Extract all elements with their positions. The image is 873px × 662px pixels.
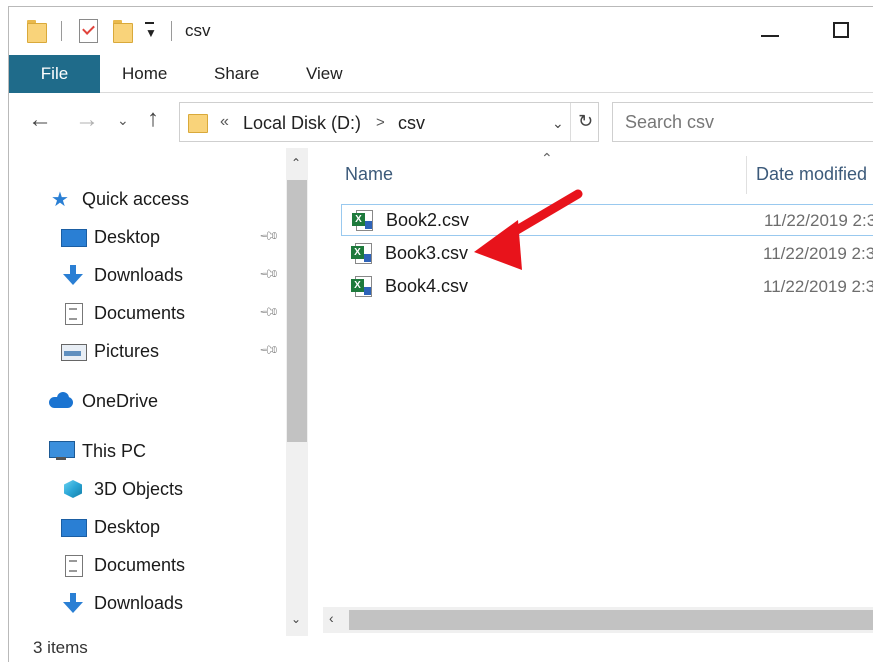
nav-item-3d-objects[interactable]: 3D Objects [61,474,183,504]
nav-this-pc-label: This PC [82,440,147,461]
tab-file[interactable]: File [9,55,100,93]
horizontal-scrollbar[interactable]: ‹ [323,607,873,633]
documents-icon [61,555,85,577]
nav-onedrive-label: OneDrive [82,390,159,411]
nav-item-documents[interactable]: Documents [61,298,185,328]
pin-icon[interactable]: 📌︎ [258,225,280,248]
tab-share[interactable]: Share [214,55,259,93]
nav-item-label: Pictures [94,340,160,361]
downloads-icon [61,593,85,613]
scroll-up-chevron-icon[interactable]: ⌃ [291,156,301,170]
scrollbar-thumb[interactable] [287,180,307,442]
computer-icon [49,441,75,461]
file-date: 11/22/2019 2:3 [763,277,873,296]
search-box[interactable] [612,102,873,142]
nav-pane-scrollbar[interactable]: ⌃ ⌄ [286,148,308,636]
nav-item-label: Documents [94,554,186,575]
back-arrow-icon[interactable]: ← [28,108,52,132]
star-icon [49,187,73,212]
pin-icon[interactable]: 📌︎ [258,263,280,286]
file-row[interactable]: X Book2.csv 11/22/2019 2:3 [341,204,873,236]
folder-icon [188,111,208,133]
nav-quick-access[interactable]: Quick access [49,184,189,214]
scrollbar-thumb[interactable] [349,610,873,630]
file-name: Book3.csv [385,243,469,263]
nav-item-desktop-pc[interactable]: Desktop [61,512,160,542]
nav-item-label: 3D Objects [94,478,184,499]
recent-locations-chevron-icon[interactable]: ⌄ [117,112,129,129]
file-date: 11/22/2019 2:3 [764,211,873,230]
file-name: Book2.csv [386,210,470,230]
tab-home[interactable]: Home [122,55,167,93]
breadcrumb-separator[interactable]: > [376,114,385,131]
address-bar[interactable]: « Local Disk (D:) > csv ⌄ ↻ [179,102,599,142]
red-annotation-arrow-icon [474,189,583,270]
breadcrumb-csv[interactable]: csv [398,113,425,134]
documents-icon [61,303,85,325]
desktop-icon [61,517,87,537]
status-bar: 3 items [9,636,873,662]
explorer-window: ▼ csv File Home Share View ← → ⌄ ↑ « Loc… [8,6,873,662]
toolbar-separator [61,21,62,41]
toolbar-separator [171,21,172,41]
nav-this-pc[interactable]: This PC [49,436,146,466]
excel-csv-file-icon: X [351,276,373,298]
file-date: 11/22/2019 2:3 [763,244,873,263]
onedrive-cloud-icon [49,391,73,411]
minimize-button[interactable] [761,35,779,37]
quick-access-toolbar-dropdown-icon[interactable]: ▼ [145,22,157,39]
up-arrow-icon[interactable]: ↑ [147,107,159,131]
title-bar: ▼ csv [9,7,873,55]
nav-item-label: Desktop [94,226,161,247]
nav-item-downloads[interactable]: Downloads [61,260,183,290]
forward-arrow-icon[interactable]: → [75,108,99,132]
sort-ascending-caret-icon: ⌃ [541,150,553,166]
address-dropdown-chevron-icon[interactable]: ⌄ [552,115,564,132]
desktop-icon [61,227,87,247]
file-row[interactable]: X Book3.csv 11/22/2019 2:3 [341,238,873,270]
file-list: ⌃ Name Date modified X Book2.csv 11/22/2… [315,148,873,636]
file-name: Book4.csv [385,276,469,296]
scroll-down-chevron-icon[interactable]: ⌄ [291,612,301,626]
breadcrumb-local-disk[interactable]: Local Disk (D:) [243,113,361,134]
address-row: ← → ⌄ ↑ « Local Disk (D:) > csv ⌄ ↻ [9,94,873,148]
tab-view[interactable]: View [306,55,343,93]
nav-item-pictures[interactable]: Pictures [61,336,159,366]
nav-item-documents-pc[interactable]: Documents [61,550,185,580]
nav-item-desktop[interactable]: Desktop [61,222,160,252]
file-row[interactable]: X Book4.csv 11/22/2019 2:3 [341,271,873,303]
nav-onedrive[interactable]: OneDrive [49,386,158,416]
item-count: 3 items [33,638,88,657]
ribbon-tabs: File Home Share View [9,55,873,93]
nav-item-label: Downloads [94,592,184,613]
navigation-pane: Quick access Desktop 📌︎ Downloads 📌︎ Doc… [9,148,309,636]
3d-objects-icon [61,479,85,499]
nav-item-label: Documents [94,302,186,323]
nav-item-downloads-pc[interactable]: Downloads [61,588,183,618]
excel-csv-file-icon: X [351,243,373,265]
refresh-icon[interactable]: ↻ [578,111,593,132]
column-header-name[interactable]: Name [345,164,393,185]
column-divider[interactable] [746,156,747,194]
pictures-icon [61,341,87,361]
search-input[interactable] [613,103,873,141]
folder-icon[interactable] [27,19,47,43]
pin-icon[interactable]: 📌︎ [258,301,280,324]
new-folder-icon[interactable] [113,19,133,43]
window-title: csv [185,21,211,40]
nav-quick-access-label: Quick access [82,188,190,209]
properties-icon[interactable] [79,19,98,43]
excel-csv-file-icon: X [352,210,374,232]
scroll-left-chevron-icon[interactable]: ‹ [329,610,334,626]
address-divider [570,103,571,141]
column-header-date-modified[interactable]: Date modified [756,164,867,185]
downloads-icon [61,265,85,285]
address-overflow[interactable]: « [220,113,229,131]
pin-icon[interactable]: 📌︎ [258,339,280,362]
nav-item-label: Desktop [94,516,161,537]
maximize-button[interactable] [833,22,849,38]
nav-item-label: Downloads [94,264,184,285]
